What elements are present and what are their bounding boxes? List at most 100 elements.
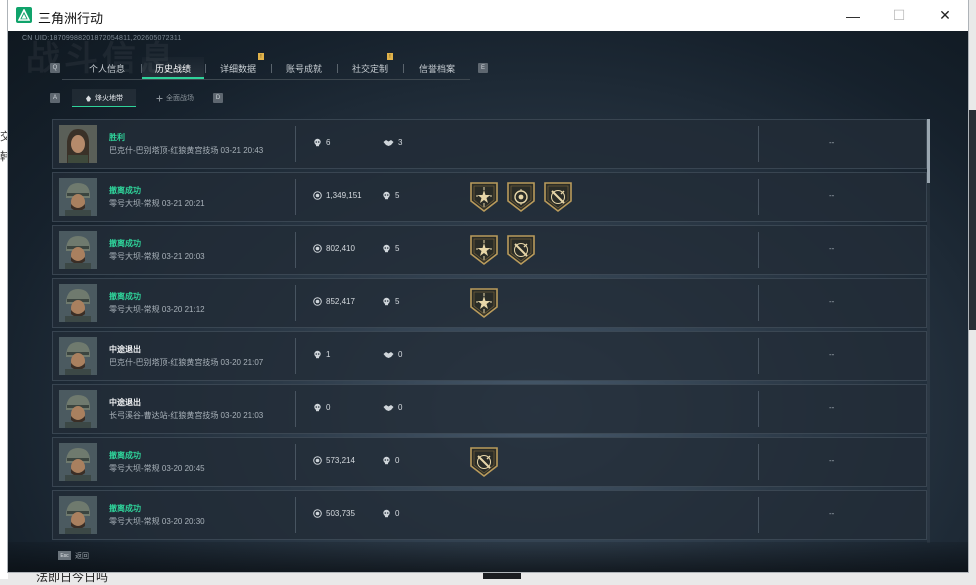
operator-avatar bbox=[59, 443, 97, 481]
footer-bar: Esc 返回 bbox=[8, 542, 968, 572]
star-medal-icon[interactable] bbox=[469, 287, 499, 324]
prev-subtab-key[interactable]: A bbox=[50, 93, 60, 103]
tab-profile[interactable]: 个人信息 bbox=[74, 57, 140, 79]
match-record-row[interactable]: 中途退出 长弓溪谷-曹达站-红狼黄宫技场 03-20 21:03 0 0 -- bbox=[52, 384, 927, 434]
prev-tab-key[interactable]: Q bbox=[50, 63, 60, 73]
coin-icon bbox=[313, 297, 322, 306]
map-mode-time: 巴克什-巴别塔顶-红狼黄宫技场 03-21 20:43 bbox=[109, 146, 264, 155]
slash-medal-icon[interactable] bbox=[469, 446, 499, 483]
skull-icon bbox=[313, 138, 322, 147]
operator-avatar bbox=[59, 390, 97, 428]
secondary-stat: 5 bbox=[382, 244, 399, 253]
secondary-stat: 0 bbox=[383, 403, 402, 412]
match-record-row[interactable]: 撤离成功 零号大坝-常规 03-20 20:45 573,214 0 -- bbox=[52, 437, 927, 487]
skull-icon bbox=[382, 297, 391, 306]
subtab-warzone-extraction[interactable]: 烽火地带 bbox=[72, 89, 136, 107]
back-label[interactable]: 返回 bbox=[75, 551, 89, 561]
crosshair-icon bbox=[156, 95, 163, 101]
handshake-icon bbox=[383, 351, 394, 359]
minimize-icon: — bbox=[846, 7, 860, 24]
match-result: 撤离成功 bbox=[109, 292, 141, 301]
column-divider bbox=[758, 285, 759, 321]
column-divider bbox=[295, 126, 296, 162]
tab-reputation[interactable]: 信誉档案 bbox=[404, 57, 470, 79]
column-divider bbox=[295, 444, 296, 480]
maximize-button[interactable]: ☐ bbox=[876, 0, 922, 31]
column-divider bbox=[758, 232, 759, 268]
subtab-full-battlefield[interactable]: 全面战场 bbox=[142, 89, 208, 107]
match-record-row[interactable]: 撤离成功 零号大坝-常规 03-21 20:03 802,410 5 -- bbox=[52, 225, 927, 275]
primary-stat: 1 bbox=[313, 350, 330, 359]
coin-icon bbox=[313, 509, 322, 518]
primary-stat-value: 1,349,151 bbox=[326, 191, 362, 200]
subtab-label: 烽火地带 bbox=[95, 95, 123, 102]
secondary-stat-value: 0 bbox=[395, 509, 400, 518]
operator-avatar bbox=[59, 337, 97, 375]
tab-label: 个人信息 bbox=[88, 63, 125, 74]
column-divider bbox=[758, 179, 759, 215]
next-subtab-key[interactable]: D bbox=[213, 93, 223, 103]
star-medal-icon[interactable] bbox=[469, 181, 499, 218]
match-history-list[interactable]: 胜利 巴克什-巴别塔顶-红狼黄宫技场 03-21 20:43 6 3 -- 撤离成功 零号大… bbox=[52, 119, 929, 543]
primary-stat: 573,214 bbox=[313, 456, 355, 465]
star-medal-icon[interactable] bbox=[469, 234, 499, 271]
skull-icon bbox=[382, 244, 391, 253]
primary-stat: 0 bbox=[313, 403, 330, 412]
title-bar[interactable]: 三角洲行动 — ☐ ✕ bbox=[8, 0, 968, 32]
column-divider bbox=[758, 497, 759, 533]
extra-value: -- bbox=[829, 138, 835, 147]
coin-icon bbox=[313, 456, 322, 465]
match-result: 撤离成功 bbox=[109, 451, 141, 460]
maximize-icon: ☐ bbox=[892, 7, 906, 23]
extra-value: -- bbox=[829, 244, 835, 253]
skull-icon bbox=[382, 456, 391, 465]
tab-label: 社交定制 bbox=[351, 63, 388, 74]
skull-icon bbox=[313, 403, 322, 412]
primary-stat: 1,349,151 bbox=[313, 191, 362, 200]
tab-achievements[interactable]: 账号成就 bbox=[272, 57, 336, 79]
desktop-background bbox=[968, 110, 976, 330]
match-record-row[interactable]: 中途退出 巴克什-巴别塔顶-红狼黄宫技场 03-20 21:07 1 0 -- bbox=[52, 331, 927, 381]
column-divider bbox=[295, 285, 296, 321]
esc-key[interactable]: Esc bbox=[58, 551, 71, 560]
slash-medal-icon[interactable] bbox=[506, 234, 536, 271]
secondary-stat-value: 5 bbox=[395, 297, 400, 306]
primary-stat: 6 bbox=[313, 138, 330, 147]
globe-medal-icon[interactable] bbox=[506, 181, 536, 218]
slash-medal-icon[interactable] bbox=[543, 181, 573, 218]
map-mode-time: 巴克什-巴别塔顶-红狼黄宫技场 03-20 21:07 bbox=[109, 358, 264, 367]
tab-underline bbox=[62, 79, 470, 80]
handshake-icon bbox=[383, 404, 394, 412]
tab-match-history[interactable]: 历史战绩 bbox=[142, 57, 204, 79]
primary-stat: 503,735 bbox=[313, 509, 355, 518]
tab-social[interactable]: 社交定制 bbox=[338, 57, 402, 79]
secondary-stat-value: 3 bbox=[398, 138, 403, 147]
coin-icon bbox=[313, 191, 322, 200]
badge-group bbox=[469, 234, 536, 271]
primary-stat-value: 1 bbox=[326, 350, 331, 359]
match-record-row[interactable]: 撤离成功 零号大坝-常规 03-20 20:30 503,735 0 -- bbox=[52, 490, 927, 540]
match-result: 撤离成功 bbox=[109, 239, 141, 248]
tab-label: 历史战绩 bbox=[154, 63, 191, 74]
next-tab-key[interactable]: E bbox=[478, 63, 488, 73]
scrollbar[interactable] bbox=[927, 119, 930, 543]
primary-stat: 802,410 bbox=[313, 244, 355, 253]
app-logo-icon bbox=[16, 7, 32, 23]
notification-badge: ! bbox=[258, 53, 264, 60]
match-record-row[interactable]: 胜利 巴克什-巴别塔顶-红狼黄宫技场 03-21 20:43 6 3 -- bbox=[52, 119, 927, 169]
match-record-row[interactable]: 撤离成功 零号大坝-常规 03-20 21:12 852,417 5 -- bbox=[52, 278, 927, 328]
column-divider bbox=[295, 338, 296, 374]
coin-icon bbox=[313, 244, 322, 253]
scroll-thumb[interactable] bbox=[927, 119, 930, 183]
close-button[interactable]: ✕ bbox=[922, 0, 968, 31]
column-divider bbox=[758, 391, 759, 427]
minimize-button[interactable]: — bbox=[830, 0, 876, 31]
match-record-row[interactable]: 撤离成功 零号大坝-常规 03-21 20:21 1,349,151 5 -- bbox=[52, 172, 927, 222]
primary-stat-value: 573,214 bbox=[326, 456, 355, 465]
primary-stat: 852,417 bbox=[313, 297, 355, 306]
column-divider bbox=[295, 232, 296, 268]
secondary-stat: 0 bbox=[382, 509, 399, 518]
tab-detailed-data[interactable]: 详细数据 bbox=[206, 57, 270, 79]
operator-avatar bbox=[59, 231, 97, 269]
tab-label: 账号成就 bbox=[285, 63, 322, 74]
